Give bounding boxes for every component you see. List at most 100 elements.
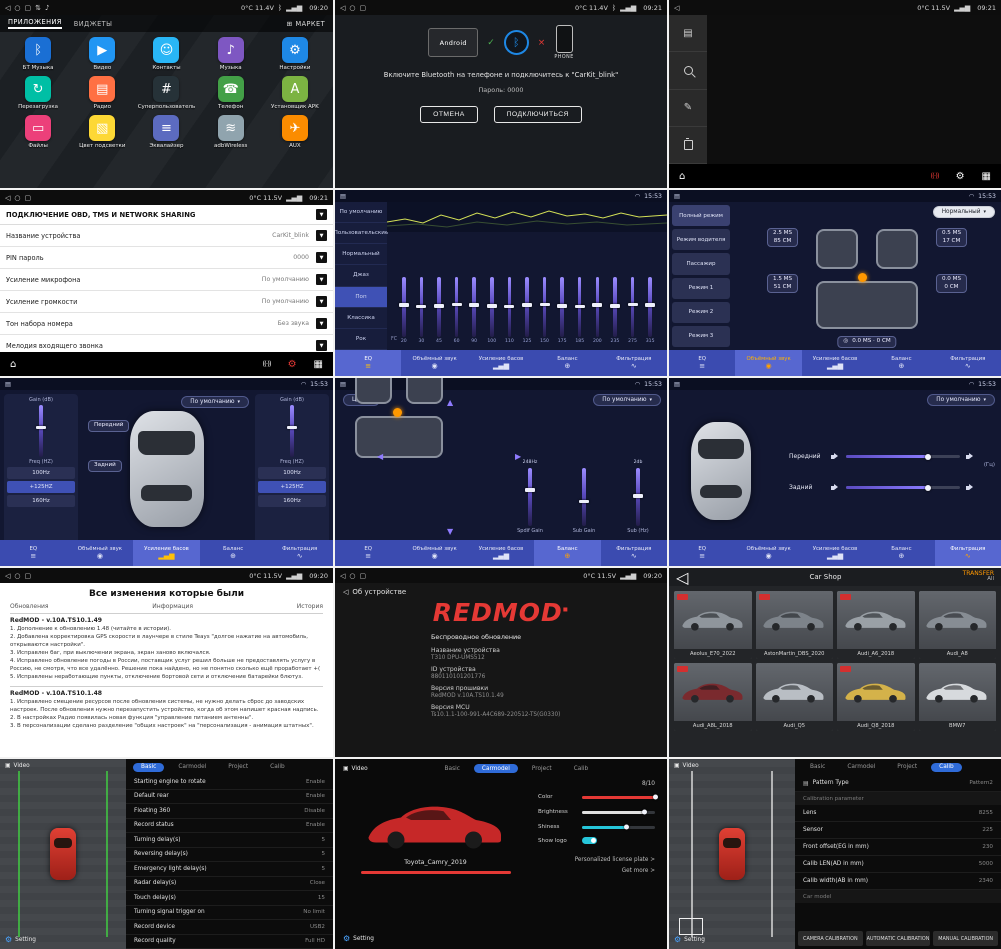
freq-option-button[interactable]: 160Hz (7, 495, 75, 507)
audio-tab[interactable]: Фильтрация ∿ (935, 540, 1001, 566)
home-icon[interactable]: ○ (14, 194, 20, 202)
control-slider-thumb[interactable] (653, 795, 658, 800)
audio-tab[interactable]: Усиление басов ▂▄▆ (133, 540, 200, 566)
audio-tab[interactable]: Баланс ⊕ (534, 350, 600, 376)
settings-row[interactable]: Reversing delay(s) 5 (126, 848, 333, 863)
home-icon[interactable]: ○ (14, 572, 20, 580)
mode-button[interactable]: Режим водителя (672, 229, 730, 250)
settings-gear-icon[interactable]: ⚙ (956, 171, 965, 182)
slider-thumb[interactable] (575, 305, 585, 309)
audio-tab[interactable]: Усиление басов ▂▄▆ (802, 540, 868, 566)
seat-front-left[interactable] (816, 229, 858, 269)
control-slider-thumb[interactable] (642, 810, 647, 815)
mode-button[interactable]: Полный режим (672, 205, 730, 226)
cancel-button[interactable]: ОТМЕНА (420, 106, 477, 123)
home-button[interactable]: ⌂ (10, 359, 16, 370)
slider-thumb[interactable] (522, 303, 532, 307)
slider-thumb[interactable] (633, 494, 643, 498)
connect-button[interactable]: ПОДКЛЮЧИТЬСЯ (494, 106, 582, 123)
recents-icon[interactable]: ▢ (25, 572, 32, 580)
settings-row[interactable]: Название устройства CarKit_blink ▼ (0, 225, 333, 247)
settings-tab[interactable]: Basic (133, 763, 164, 772)
preset-item[interactable]: По умолчанию (335, 202, 387, 223)
eq-band[interactable]: 200 (589, 277, 607, 344)
settings-tab[interactable]: Calib (931, 763, 962, 772)
fader-down-arrow[interactable]: ▼ (447, 527, 453, 536)
back-icon[interactable]: ◁ (674, 4, 679, 12)
pattern-type-row[interactable]: ▤ Pattern Type Pattern2 (795, 775, 1001, 792)
recents-icon[interactable]: ▢ (360, 4, 367, 12)
seat-rear-bench[interactable] (355, 416, 443, 458)
mode-button[interactable]: Режим 1 (672, 278, 730, 299)
slider-thumb[interactable] (579, 500, 589, 504)
slider-thumb[interactable] (525, 488, 535, 492)
balance-left-arrow[interactable]: ◀ (377, 452, 383, 461)
menu-icon[interactable]: ▤ (340, 193, 346, 200)
back-icon[interactable]: ◁ (340, 572, 345, 580)
profile-button[interactable]: Нормальный ▾ (933, 206, 995, 218)
audio-tab[interactable]: Усиление басов ▂▄▆ (468, 350, 534, 376)
video-overlay[interactable]: ▣ Video (5, 763, 30, 769)
settings-row[interactable]: Усиление микрофона По умолчанию ▼ (0, 269, 333, 291)
preset-item[interactable]: Классика (335, 308, 387, 329)
eq-band[interactable]: 45 (430, 277, 448, 344)
slider-thumb[interactable] (610, 304, 620, 308)
dropdown-button[interactable]: ▼ (316, 274, 327, 285)
preset-item[interactable]: Джаз (335, 265, 387, 286)
gain-slider-thumb[interactable] (287, 426, 297, 430)
car-card[interactable]: AstonMartin_DBS_2020 (756, 591, 834, 659)
automatic-calibration-button[interactable]: AUTOMATIC CALIBRATION (866, 931, 931, 946)
audio-tab[interactable]: Объёмный звук ◉ (735, 350, 801, 376)
gain-slider-thumb[interactable] (36, 426, 46, 430)
audio-tab[interactable]: Фильтрация ∿ (601, 540, 667, 566)
dropdown-button[interactable]: ▼ (316, 230, 327, 241)
seat-front-right[interactable] (406, 378, 443, 404)
menu-icon[interactable]: ▤ (674, 193, 680, 200)
hotspot-icon[interactable]: ((·)) (930, 172, 938, 180)
app-item[interactable]: ☎ Телефон (199, 76, 263, 110)
audio-tab[interactable]: EQ ≡ (335, 540, 401, 566)
audio-tab[interactable]: EQ ≡ (669, 350, 735, 376)
settings-row[interactable]: Record status Enable (126, 819, 333, 834)
car-card[interactable]: Audi_Q5 (756, 663, 834, 731)
show-logo-toggle[interactable] (582, 837, 597, 844)
settings-row[interactable]: Emergency light delay(s) 5 (126, 862, 333, 877)
dropdown-button[interactable]: ▼ (316, 318, 327, 329)
audio-tab[interactable]: EQ ≡ (669, 540, 735, 566)
slider-thumb[interactable] (434, 304, 444, 308)
param-row[interactable]: Calib width(AB in mm) 2340 (795, 873, 1001, 890)
setting-overlay[interactable]: ⚙ Setting (674, 935, 705, 944)
tab-history[interactable]: История (297, 603, 323, 610)
settings-tab[interactable]: Calib (262, 763, 293, 772)
freq-option-button[interactable]: 160Hz (258, 495, 326, 507)
eq-band[interactable]: 125 (518, 277, 536, 344)
car-card[interactable]: Audi_A8L_2018 (674, 663, 752, 731)
app-item[interactable]: ⚙ Настройки (263, 37, 327, 71)
contacts-list-button[interactable]: ▤ (669, 15, 707, 52)
search-button[interactable] (669, 52, 707, 89)
audio-tab[interactable]: Фильтрация ∿ (935, 350, 1001, 376)
tab-updates[interactable]: Обновления (10, 603, 49, 610)
preset-item[interactable]: Поп (335, 287, 387, 308)
sub-slider[interactable]: 248Hz Spdif Gain (513, 460, 547, 534)
video-overlay[interactable]: ▣ Video (343, 766, 368, 772)
tab-applications[interactable]: ПРИЛОЖЕНИЯ (8, 18, 62, 29)
settings-row[interactable]: Усиление громкости По умолчанию ▼ (0, 291, 333, 313)
video-overlay[interactable]: ▣ Video (674, 763, 699, 769)
eq-band[interactable]: 60 (448, 277, 466, 344)
app-item[interactable]: ▭ Файлы (6, 115, 70, 149)
hotspot-icon[interactable]: ((·)) (262, 360, 270, 368)
audio-tab[interactable]: Усиление басов ▂▄▆ (468, 540, 534, 566)
menu-icon[interactable]: ▤ (674, 381, 680, 388)
eq-band[interactable]: 275 (624, 277, 642, 344)
car-card[interactable]: Audi_Q8_2018 (837, 663, 915, 731)
slider-thumb[interactable] (469, 303, 479, 307)
control-slider-track[interactable] (582, 796, 655, 799)
app-item[interactable]: ▧ Цвет подсветки (70, 115, 134, 149)
slider-thumb[interactable] (416, 305, 426, 309)
dropdown-button[interactable]: ▼ (316, 209, 327, 220)
settings-row[interactable]: Turning signal trigger on No limit (126, 906, 333, 921)
settings-row[interactable]: Radar delay(s) Close (126, 877, 333, 892)
sub-slider[interactable]: Sub Gain (567, 460, 601, 534)
dropdown-button[interactable]: ▼ (316, 252, 327, 263)
